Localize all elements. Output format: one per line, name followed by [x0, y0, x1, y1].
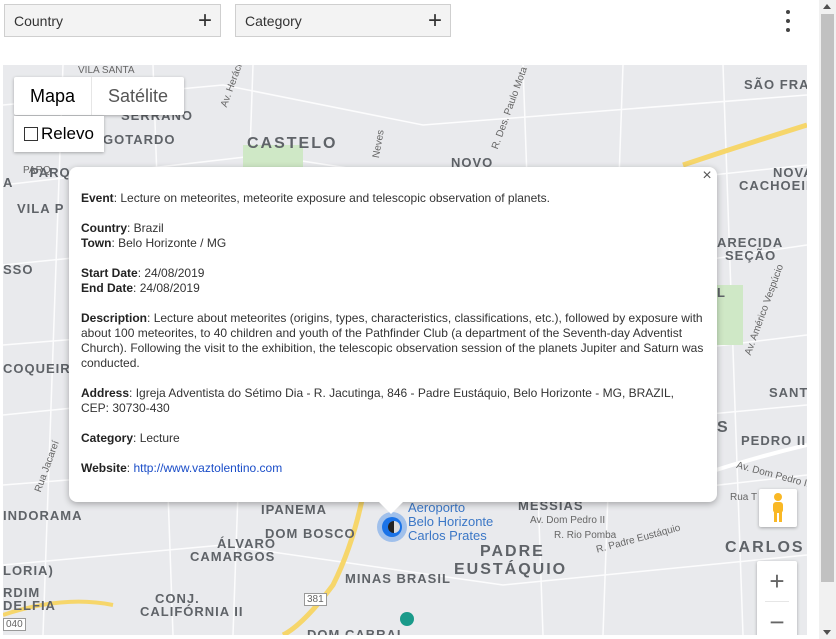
map-label: INDORAMA [3, 508, 83, 523]
street-label: R. Rio Pomba [554, 530, 617, 541]
event-value: Lecture on meteorites, meteorite exposur… [120, 191, 550, 205]
street-view-pegman-icon[interactable] [759, 489, 797, 527]
category-label: Category [81, 431, 134, 445]
map-type-map-button[interactable]: Mapa [14, 77, 91, 115]
map-label-ipanema: IPANEMA [261, 502, 327, 517]
zoom-in-button[interactable]: + [757, 561, 797, 601]
terrain-checkbox[interactable]: Relevo [14, 116, 104, 152]
map-label: PEDRO II [741, 433, 807, 448]
category-filter-label: Category [245, 12, 302, 29]
map-label: DELFIA [3, 598, 56, 613]
more-options-icon[interactable] [780, 10, 796, 32]
close-icon[interactable]: × [697, 167, 717, 187]
address-value: Igreja Adventista do Sétimo Dia - R. Jac… [81, 386, 674, 415]
airport-label: Aeroporto Belo Horizonte Carlos Prates [408, 500, 494, 543]
country-value: Brazil [133, 221, 164, 235]
map-label-carlos: CARLOS [725, 539, 805, 556]
map-label: CACHOEIR [739, 178, 807, 193]
scroll-down-icon[interactable] [823, 630, 831, 635]
page-scrollbar[interactable] [819, 0, 836, 639]
zoom-out-button[interactable]: − [757, 602, 797, 636]
checkbox-icon[interactable] [24, 127, 38, 141]
street-label: Rua T [730, 492, 758, 503]
map-label: DOM CABRAL [307, 627, 406, 635]
map[interactable]: VILA SANTA PARQ PARQ SERRANO GOTARDO CAS… [3, 65, 807, 635]
map-label-castelo: CASTELO [247, 135, 338, 152]
address-label: Address [81, 386, 130, 400]
start-date-value: 24/08/2019 [144, 266, 205, 280]
map-label: A [3, 175, 14, 190]
map-label: SÃO FRA [744, 77, 807, 92]
zoom-control: + − [757, 561, 797, 635]
map-label: SEÇÃO [725, 248, 777, 263]
town-label: Town [81, 236, 112, 250]
map-label: GOTARDO [103, 132, 176, 147]
info-window-tail [379, 502, 403, 514]
terrain-label: Relevo [41, 124, 94, 143]
country-filter[interactable]: Country + [4, 4, 221, 37]
map-label-padre: PADRE [480, 543, 545, 560]
highway-shield: 381 [304, 593, 327, 606]
description-value: Lecture about meteorites (origins, types… [81, 311, 704, 370]
website-label: Website [81, 461, 127, 475]
map-label: VILA P [17, 201, 65, 216]
start-date-label: Start Date [81, 266, 138, 280]
highway-shield: 040 [3, 618, 26, 631]
map-type-control: Mapa Satélite [14, 77, 185, 115]
end-date-value: 24/08/2019 [139, 281, 200, 295]
map-label-eustaquio: EUSTÁQUIO [454, 561, 568, 578]
map-label: S [717, 419, 730, 436]
country-filter-label: Country [14, 12, 64, 29]
add-category-icon[interactable]: + [428, 8, 442, 33]
country-label: Country [81, 221, 127, 235]
add-country-icon[interactable]: + [198, 8, 212, 33]
end-date-label: End Date [81, 281, 134, 295]
map-label: CAMARGOS [190, 549, 276, 564]
map-label: VILA SANTA [78, 65, 135, 76]
map-label: MINAS BRASIL [345, 571, 451, 586]
map-label-dom-bosco: DOM BOSCO [265, 526, 356, 541]
map-label: SSO [3, 262, 34, 277]
museum-poi-icon[interactable] [400, 612, 414, 626]
map-label: LORIA) [3, 563, 54, 578]
description-label: Description [81, 311, 148, 325]
map-label: PARQ [30, 165, 71, 180]
event-label: Event [81, 191, 114, 205]
scroll-up-icon[interactable] [823, 4, 831, 9]
map-label: SANT [769, 385, 807, 400]
map-label: CALIFÓRNIA II [140, 604, 244, 619]
category-filter[interactable]: Category + [235, 4, 451, 37]
scrollbar-thumb[interactable] [821, 14, 834, 582]
map-type-satellite-button[interactable]: Satélite [91, 77, 184, 115]
category-value: Lecture [139, 431, 180, 445]
street-label: Av. Dom Pedro II [530, 515, 606, 526]
location-marker-icon[interactable] [377, 512, 407, 542]
website-link[interactable]: http://www.vaztolentino.com [133, 461, 282, 475]
info-window: × Event: Lecture on meteorites, meteorit… [69, 167, 717, 514]
map-label: L [717, 285, 726, 300]
town-value: Belo Horizonte / MG [118, 236, 227, 250]
